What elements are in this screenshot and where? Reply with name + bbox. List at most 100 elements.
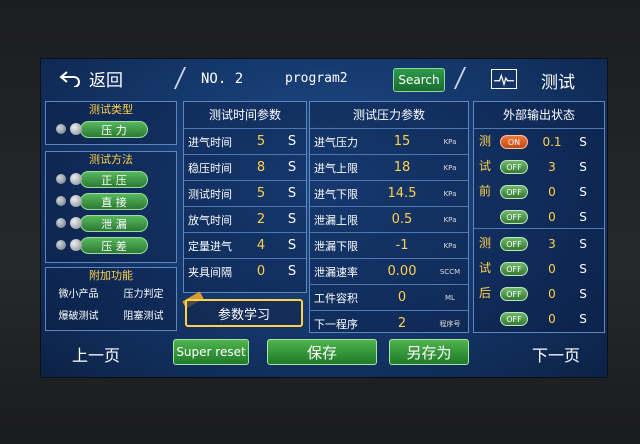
back-button[interactable]: 返回 xyxy=(59,65,123,91)
output-row[interactable]: OFF 0 S xyxy=(500,281,590,306)
output-value[interactable]: 0 xyxy=(528,287,576,301)
param-value[interactable]: 15 xyxy=(372,134,432,149)
divider xyxy=(173,67,187,89)
radio-option[interactable]: 直 接 xyxy=(46,190,176,212)
param-value[interactable]: 18 xyxy=(372,160,432,175)
extra-item[interactable]: 阻塞测试 xyxy=(111,306,176,328)
radio-option[interactable]: 泄 漏 xyxy=(46,212,176,234)
param-row[interactable]: 放气时间 2 S xyxy=(184,206,306,232)
return-arrow-icon xyxy=(59,71,80,87)
test-method-title: 测试方法 xyxy=(89,153,133,166)
indicator-led-icon xyxy=(56,174,66,184)
output-row[interactable]: ON 0.1 S xyxy=(500,129,590,154)
radio-option[interactable]: 正 压 xyxy=(46,168,176,190)
output-value[interactable]: 3 xyxy=(528,160,576,174)
option-pill[interactable]: 压 差 xyxy=(80,236,148,254)
param-learn-button[interactable]: 参数学习 xyxy=(185,299,303,327)
output-unit: S xyxy=(579,184,587,199)
param-unit: SCCM xyxy=(439,267,461,276)
output-toggle[interactable]: OFF xyxy=(500,311,528,326)
output-toggle[interactable]: OFF xyxy=(500,236,528,251)
param-row[interactable]: 泄漏下限 -1 KPa xyxy=(310,232,468,258)
radio-option[interactable]: 压 差 xyxy=(46,234,176,256)
param-value[interactable]: 8 xyxy=(242,160,280,175)
extra-item[interactable]: 爆破测试 xyxy=(46,306,111,328)
param-label: 定量进气 xyxy=(188,239,232,253)
param-value[interactable]: 2 xyxy=(372,316,432,331)
option-pill[interactable]: 正 压 xyxy=(80,170,148,188)
param-row[interactable]: 测试时间 5 S xyxy=(184,180,306,206)
output-value[interactable]: 0 xyxy=(528,312,576,326)
output-unit: S xyxy=(579,159,587,174)
param-value[interactable]: -1 xyxy=(372,238,432,253)
time-params-title: 测试时间参数 xyxy=(208,108,281,122)
param-unit: S xyxy=(287,212,297,227)
output-row[interactable]: OFF 3 S xyxy=(500,231,590,256)
output-value[interactable]: 3 xyxy=(528,237,576,251)
radio-knob-icon xyxy=(70,173,82,185)
param-row[interactable]: 定量进气 4 S xyxy=(184,232,306,258)
program-name[interactable]: program2 xyxy=(285,71,348,86)
extra-item[interactable]: 压力判定 xyxy=(111,284,176,306)
param-unit: S xyxy=(287,264,297,279)
param-row[interactable]: 进气时间 5 S xyxy=(184,128,306,154)
param-row[interactable]: 工件容积 0 ML xyxy=(310,284,468,310)
param-value[interactable]: 0.00 xyxy=(372,264,432,279)
save-button[interactable]: 保存 xyxy=(267,339,377,365)
output-toggle[interactable]: OFF xyxy=(500,159,528,174)
param-label: 进气下限 xyxy=(314,187,358,201)
extra-item[interactable]: 微小产品 xyxy=(46,284,111,306)
output-unit: S xyxy=(579,311,587,326)
output-value[interactable]: 0.1 xyxy=(528,135,576,149)
param-label: 下一程序 xyxy=(314,317,358,331)
param-value[interactable]: 0 xyxy=(242,264,280,279)
param-value[interactable]: 0.5 xyxy=(372,212,432,227)
waveform-icon[interactable] xyxy=(491,69,517,89)
output-row[interactable]: OFF 0 S xyxy=(500,256,590,281)
output-row[interactable]: OFF 0 S xyxy=(500,306,590,331)
save-as-button[interactable]: 另存为 xyxy=(389,339,469,365)
output-toggle[interactable]: OFF xyxy=(500,261,528,276)
param-value[interactable]: 14.5 xyxy=(372,186,432,201)
output-toggle[interactable]: OFF xyxy=(500,184,528,199)
super-reset-button[interactable]: Super reset xyxy=(173,339,249,365)
output-toggle[interactable]: OFF xyxy=(500,286,528,301)
hmi-screen: 返回 NO. 2 program2 Search 测试 测试类型 压 力 测试方… xyxy=(40,58,608,378)
option-pill[interactable]: 直 接 xyxy=(80,192,148,210)
radio-option[interactable]: 压 力 xyxy=(46,118,176,140)
param-row[interactable]: 进气下限 14.5 KPa xyxy=(310,180,468,206)
pressure-params-panel: 测试压力参数 进气压力 15 KPa 进气上限 18 KPa 进气下限 14.5… xyxy=(309,101,469,333)
param-row[interactable]: 泄漏速率 0.00 SCCM xyxy=(310,258,468,284)
param-value[interactable]: 5 xyxy=(242,134,280,149)
output-value[interactable]: 0 xyxy=(528,185,576,199)
param-row[interactable]: 泄漏上限 0.5 KPa xyxy=(310,206,468,232)
test-type-title: 测试类型 xyxy=(89,103,133,116)
after-label-char: 后 xyxy=(478,286,491,300)
output-unit: S xyxy=(579,261,587,276)
param-row[interactable]: 进气上限 18 KPa xyxy=(310,154,468,180)
option-pill[interactable]: 压 力 xyxy=(80,120,148,138)
output-value[interactable]: 0 xyxy=(528,262,576,276)
param-unit: S xyxy=(287,134,297,149)
param-value[interactable]: 5 xyxy=(242,186,280,201)
next-page-button[interactable]: 下一页 xyxy=(511,341,601,367)
prev-page-button[interactable]: 上一页 xyxy=(51,341,141,367)
output-row[interactable]: OFF 0 S xyxy=(500,179,590,204)
output-toggle[interactable]: OFF xyxy=(500,209,528,224)
param-value[interactable]: 2 xyxy=(242,212,280,227)
param-row[interactable]: 夹具间隔 0 S xyxy=(184,258,306,284)
param-row[interactable]: 稳压时间 8 S xyxy=(184,154,306,180)
search-button[interactable]: Search xyxy=(393,68,445,92)
option-pill[interactable]: 泄 漏 xyxy=(80,214,148,232)
output-row[interactable]: OFF 3 S xyxy=(500,154,590,179)
output-toggle[interactable]: ON xyxy=(500,134,528,149)
param-value[interactable]: 0 xyxy=(372,290,432,305)
extra-functions-grid: 微小产品 压力判定 爆破测试 阻塞测试 xyxy=(46,284,176,328)
output-unit: S xyxy=(579,236,587,251)
param-value[interactable]: 4 xyxy=(242,238,280,253)
output-value[interactable]: 0 xyxy=(528,210,576,224)
output-row[interactable]: OFF 0 S xyxy=(500,204,590,229)
radio-knob-icon xyxy=(70,239,82,251)
param-row[interactable]: 下一程序 2 程序号 xyxy=(310,310,468,336)
param-row[interactable]: 进气压力 15 KPa xyxy=(310,128,468,154)
